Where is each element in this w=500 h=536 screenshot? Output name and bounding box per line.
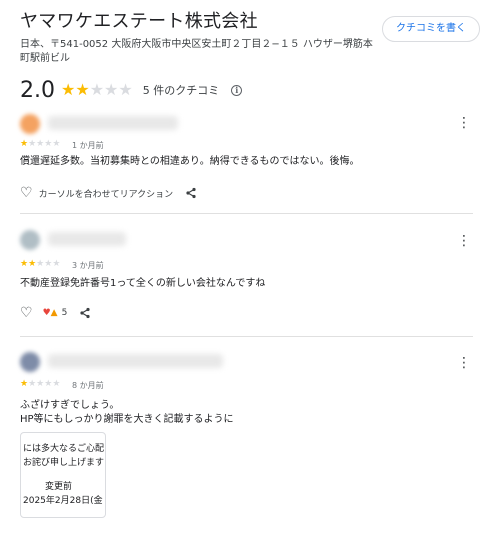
star-empty-icon: ★ <box>44 379 53 389</box>
star-empty-icon: ★ <box>36 139 45 149</box>
divider <box>20 213 473 214</box>
reaction-hint[interactable]: カーソルを合わせてリアクション <box>39 187 174 200</box>
avatar[interactable] <box>20 114 40 134</box>
reviewer-name[interactable] <box>48 116 178 130</box>
reviewer-name[interactable] <box>48 354 223 368</box>
review-actions: ♡ ♥ ▲ 5 <box>20 306 91 320</box>
star-empty-icon: ★ <box>104 80 119 99</box>
star-empty-icon: ★ <box>118 80 133 99</box>
more-vert-icon[interactable]: ⋮ <box>457 234 471 248</box>
review-time: 1 か月前 <box>72 141 104 150</box>
avatar[interactable] <box>20 230 40 250</box>
more-vert-icon[interactable]: ⋮ <box>457 356 471 370</box>
star-filled-icon: ★ <box>20 379 29 389</box>
star-empty-icon: ★ <box>28 379 37 389</box>
star-filled-icon: ★ <box>20 139 29 149</box>
star-empty-icon: ★ <box>89 80 105 99</box>
avatar[interactable] <box>20 352 40 372</box>
reviewer-name[interactable] <box>48 232 126 246</box>
review-card: ⋮ ★ ★ ★ ★ ★ 3 か月前 不動産登録免許番号1って全くの新しい会社なんですね … <box>20 228 475 324</box>
review-count[interactable]: 5 件のクチコミ <box>143 82 220 98</box>
review-text: 不動産登録免許番号1って全くの新しい会社なんですね <box>20 278 266 289</box>
review-stars: ★ ★ ★ ★ ★ <box>20 380 60 389</box>
review-text: 償還遅延多数。当初募集時との相違あり。納得できるものではない。後悔。 <box>20 156 360 167</box>
star-empty-icon: ★ <box>44 259 53 269</box>
share-icon[interactable] <box>79 307 91 319</box>
rating-stars: ★ ★ ★ ★ ★ <box>61 82 133 98</box>
reaction-count[interactable]: 5 <box>62 308 68 318</box>
more-vert-icon[interactable]: ⋮ <box>457 116 471 130</box>
photo-text: 2025年2月28日(金 <box>23 496 103 506</box>
star-empty-icon: ★ <box>52 379 61 389</box>
heart-outline-icon[interactable]: ♡ <box>20 186 33 200</box>
write-review-button[interactable]: クチコミを書く <box>382 16 480 42</box>
average-rating: 2.0 <box>20 77 55 103</box>
review-actions: ♡ カーソルを合わせてリアクション <box>20 186 197 200</box>
star-empty-icon: ★ <box>36 379 45 389</box>
photo-text: お詫び申し上げます <box>23 458 105 468</box>
review-card: ⋮ ★ ★ ★ ★ ★ 1 か月前 償還遅延多数。当初募集時との相違あり。納得できるもの… <box>20 112 475 208</box>
star-empty-icon: ★ <box>52 139 61 149</box>
review-time: 8 か月前 <box>72 381 104 390</box>
review-text: HP等にもしっかり謝罪を大きく記載するように <box>20 414 234 425</box>
business-header: ヤマワケエステート株式会社 日本、〒541-0052 大阪府大阪市中央区安土町２… <box>20 10 380 66</box>
rating-summary: 2.0 ★ ★ ★ ★ ★ 5 件のクチコミ i <box>20 76 243 104</box>
review-time: 3 か月前 <box>72 261 104 270</box>
business-name: ヤマワケエステート株式会社 <box>20 11 258 32</box>
review-photo[interactable]: には多大なるご心配 お詫び申し上げます 変更前 2025年2月28日(金 <box>20 432 106 518</box>
share-icon[interactable] <box>185 187 197 199</box>
heart-outline-icon[interactable]: ♡ <box>20 306 33 320</box>
star-filled-icon: ★ <box>20 259 29 269</box>
star-empty-icon: ★ <box>52 259 61 269</box>
divider <box>20 336 473 337</box>
info-icon[interactable]: i <box>231 84 243 96</box>
business-address: 日本、〒541-0052 大阪府大阪市中央区安土町２丁目２−１５ ハウザー堺筋本… <box>20 39 373 64</box>
review-stars: ★ ★ ★ ★ ★ <box>20 140 60 149</box>
photo-text: 変更前 <box>45 482 73 492</box>
photo-text: には多大なるご心配 <box>23 444 105 454</box>
star-filled-icon: ★ <box>61 80 76 99</box>
reaction-emoji-icon: ▲ <box>50 308 58 318</box>
reaction-emoji-icon: ♥ <box>42 308 51 318</box>
star-empty-icon: ★ <box>36 259 45 269</box>
review-stars: ★ ★ ★ ★ ★ <box>20 260 60 269</box>
star-filled-icon: ★ <box>75 80 90 99</box>
star-empty-icon: ★ <box>28 139 37 149</box>
star-empty-icon: ★ <box>44 139 53 149</box>
star-filled-icon: ★ <box>28 259 37 269</box>
